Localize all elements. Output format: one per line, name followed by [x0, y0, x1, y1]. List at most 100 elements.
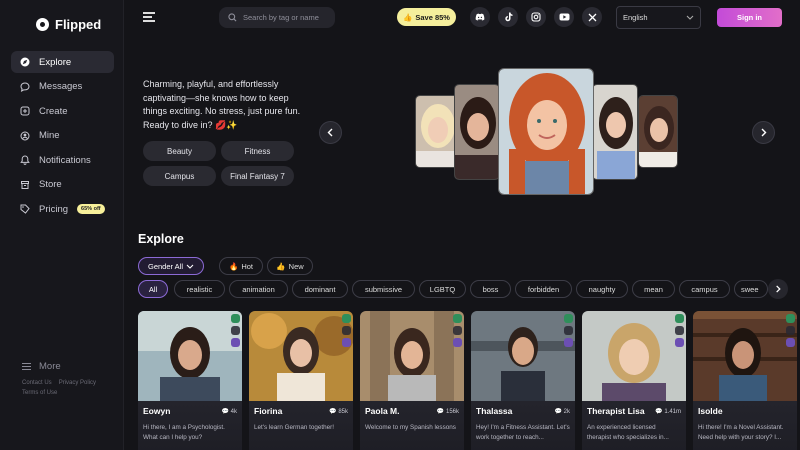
carousel-prev-button[interactable] [319, 121, 342, 144]
tag-label: Campus [164, 171, 195, 181]
app-logo[interactable]: Flipped [36, 17, 101, 32]
phone-icon [453, 314, 462, 323]
character-card-therapist-lisa[interactable]: Therapist Lisa 💬 1.41m An experienced li… [582, 311, 686, 450]
character-name: Isolde [698, 406, 723, 416]
hamburger-menu-icon[interactable] [143, 12, 155, 22]
explore-section-title: Explore [138, 232, 184, 246]
character-portrait [593, 85, 637, 179]
hero-character-card[interactable] [638, 95, 678, 168]
sidebar-item-messages[interactable]: Messages [11, 76, 114, 98]
hero-character-card[interactable] [454, 84, 500, 180]
character-portrait [455, 85, 499, 179]
sidebar-item-notifications[interactable]: Notifications [11, 149, 114, 171]
thumbs-up-icon: 👍 [276, 261, 286, 271]
chip-label: LGBTQ [429, 284, 456, 294]
gender-filter-dropdown[interactable]: Gender All [138, 257, 204, 275]
tag-chip-animation[interactable]: animation [229, 280, 288, 298]
sidebar-item-label: Pricing [39, 203, 69, 215]
chat-count: 💬 1.41m [655, 408, 681, 415]
discord-icon[interactable] [470, 7, 490, 27]
youtube-icon[interactable] [554, 7, 574, 27]
tag-chip-naughty[interactable]: naughty [576, 280, 628, 298]
tag-chip-submissive[interactable]: submissive [352, 280, 415, 298]
character-portrait [639, 96, 677, 167]
character-name: Therapist Lisa [587, 406, 645, 416]
character-card-eowyn[interactable]: Eowyn 💬 4k Hi there, I am a Psychologist… [138, 311, 242, 450]
search-icon [228, 13, 237, 22]
tag-chip-boss[interactable]: boss [470, 280, 511, 298]
instagram-icon[interactable] [526, 7, 546, 27]
character-card-thalassa[interactable]: Thalassa 💬 2k Hey! I'm a Fitness Assista… [471, 311, 575, 450]
character-card-fiorina[interactable]: Fiorina 💬 85k Let's learn German togethe… [249, 311, 353, 450]
chevron-right-icon [776, 285, 781, 293]
character-photo [693, 311, 797, 401]
voice-icon [675, 338, 684, 347]
chat-count: 💬 85k [329, 408, 348, 415]
hero-featured-character-card[interactable] [498, 68, 594, 195]
sign-in-button[interactable]: Sign in [717, 8, 782, 27]
tag-chip-realistic[interactable]: realistic [174, 280, 225, 298]
thumbs-up-icon: 👍 [403, 12, 413, 22]
hero-character-card[interactable] [592, 84, 638, 180]
sidebar-item-explore[interactable]: Explore [11, 51, 114, 73]
character-name: Thalassa [476, 406, 513, 416]
image-icon [786, 326, 795, 335]
contact-us-link[interactable]: Contact Us [22, 380, 52, 386]
tag-label: Beauty [167, 146, 192, 156]
tag-chip-lgbtq[interactable]: LGBTQ [419, 280, 466, 298]
chip-label: realistic [186, 284, 213, 294]
image-icon [231, 326, 240, 335]
carousel-next-button[interactable] [752, 121, 775, 144]
sidebar-nav: Explore Messages Create Mine Notificatio… [11, 51, 114, 223]
character-card-paola-m[interactable]: Paola M. 💬 156k Welcome to my Spanish le… [360, 311, 464, 450]
tiktok-icon[interactable] [498, 7, 518, 27]
chip-label: campus [691, 284, 718, 294]
voice-icon [564, 338, 573, 347]
character-photo [471, 311, 575, 401]
chips-scroll-next-button[interactable] [768, 279, 788, 299]
sign-in-label: Sign in [737, 13, 762, 22]
tag-chip-mean[interactable]: mean [632, 280, 675, 298]
more-menu-button[interactable]: More [22, 361, 61, 372]
card-feature-icons [453, 314, 462, 347]
hero-tag-campus[interactable]: Campus [143, 166, 216, 186]
sidebar-item-store[interactable]: Store [11, 174, 114, 196]
card-feature-icons [675, 314, 684, 347]
tag-chip-all[interactable]: All [138, 280, 168, 298]
tag-chip-campus[interactable]: campus [679, 280, 730, 298]
hot-filter-button[interactable]: 🔥 Hot [219, 257, 263, 275]
hero-tag-beauty[interactable]: Beauty [143, 141, 216, 161]
chip-label: animation [242, 284, 275, 294]
sidebar-item-label: Notifications [39, 154, 91, 166]
sidebar-item-mine[interactable]: Mine [11, 125, 114, 147]
gender-filter-label: Gender All [147, 261, 184, 271]
terms-of-use-link[interactable]: Terms of Use [22, 390, 57, 396]
tag-chip-dominant[interactable]: dominant [292, 280, 348, 298]
tag-label: Fitness [244, 146, 271, 156]
app-name: Flipped [55, 17, 102, 32]
chevron-down-icon [186, 264, 194, 269]
create-icon [20, 106, 30, 116]
x-icon[interactable] [582, 7, 602, 27]
chip-label: boss [482, 284, 499, 294]
hero-tag-final-fantasy-7[interactable]: Final Fantasy 7 [221, 166, 294, 186]
sidebar-item-label: Mine [39, 130, 60, 141]
logo-icon [36, 18, 49, 31]
character-card-isolde[interactable]: Isolde Hi there! I'm a Novel Assistant. … [693, 311, 797, 450]
hero-tag-fitness[interactable]: Fitness [221, 141, 294, 161]
privacy-policy-link[interactable]: Privacy Policy [59, 380, 96, 386]
mine-icon [20, 131, 30, 141]
sidebar: Flipped Explore Messages Create Mine Not… [0, 0, 124, 450]
save-85-button[interactable]: 👍 Save 85% [397, 8, 456, 26]
search-input[interactable]: Search by tag or name [219, 7, 335, 28]
sidebar-item-pricing[interactable]: Pricing 65% off [11, 198, 114, 220]
card-feature-icons [786, 314, 795, 347]
chip-label: mean [644, 284, 663, 294]
store-icon [20, 180, 30, 190]
hero-character-card[interactable] [415, 95, 459, 168]
new-filter-button[interactable]: 👍 New [267, 257, 313, 275]
tag-chip-sweet[interactable]: swee [734, 280, 768, 298]
tag-chip-forbidden[interactable]: forbidden [515, 280, 572, 298]
language-select[interactable]: English [616, 6, 701, 29]
sidebar-item-create[interactable]: Create [11, 100, 114, 122]
